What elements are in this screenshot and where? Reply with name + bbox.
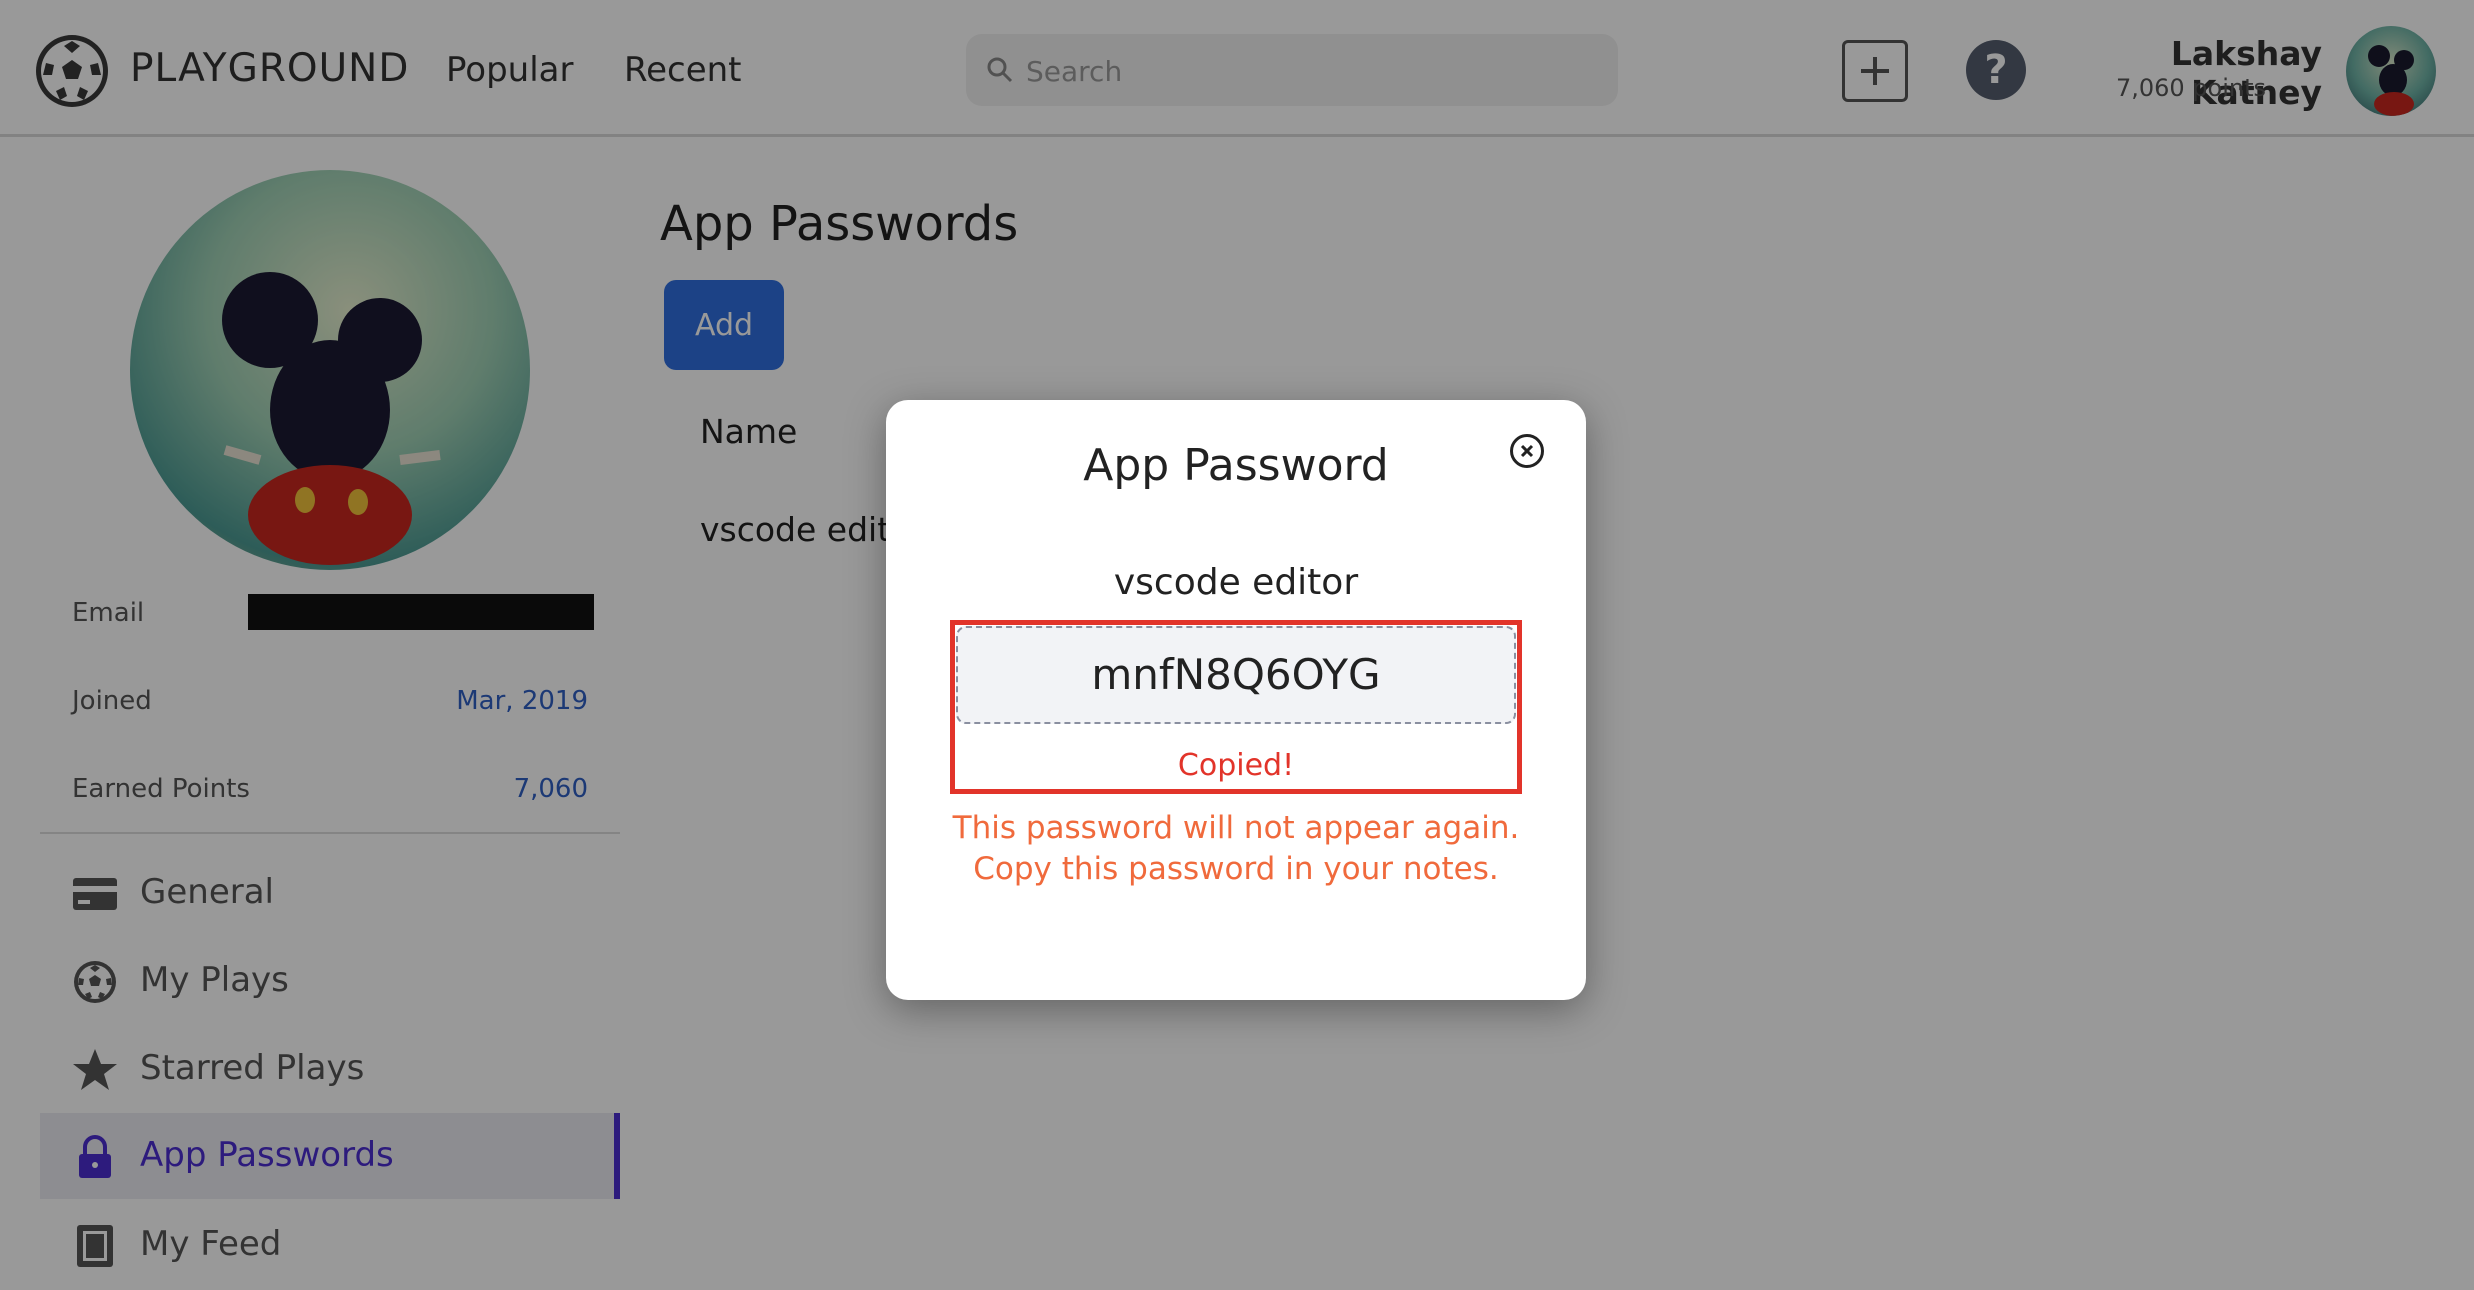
copied-message: Copied! (1177, 748, 1295, 783)
modal-title: App Password (1083, 440, 1389, 491)
close-icon[interactable] (1510, 434, 1544, 468)
close-x-glyph (1520, 444, 1534, 458)
password-value[interactable]: mnfN8Q6OYG (956, 626, 1516, 724)
warning-line-1: This password will not appear again. (952, 810, 1520, 846)
app-password-modal: App Password vscode editor mnfN8Q6OYG Co… (886, 400, 1586, 1000)
warning-line-2: Copy this password in your notes. (973, 851, 1499, 887)
password-name: vscode editor (1113, 562, 1359, 603)
